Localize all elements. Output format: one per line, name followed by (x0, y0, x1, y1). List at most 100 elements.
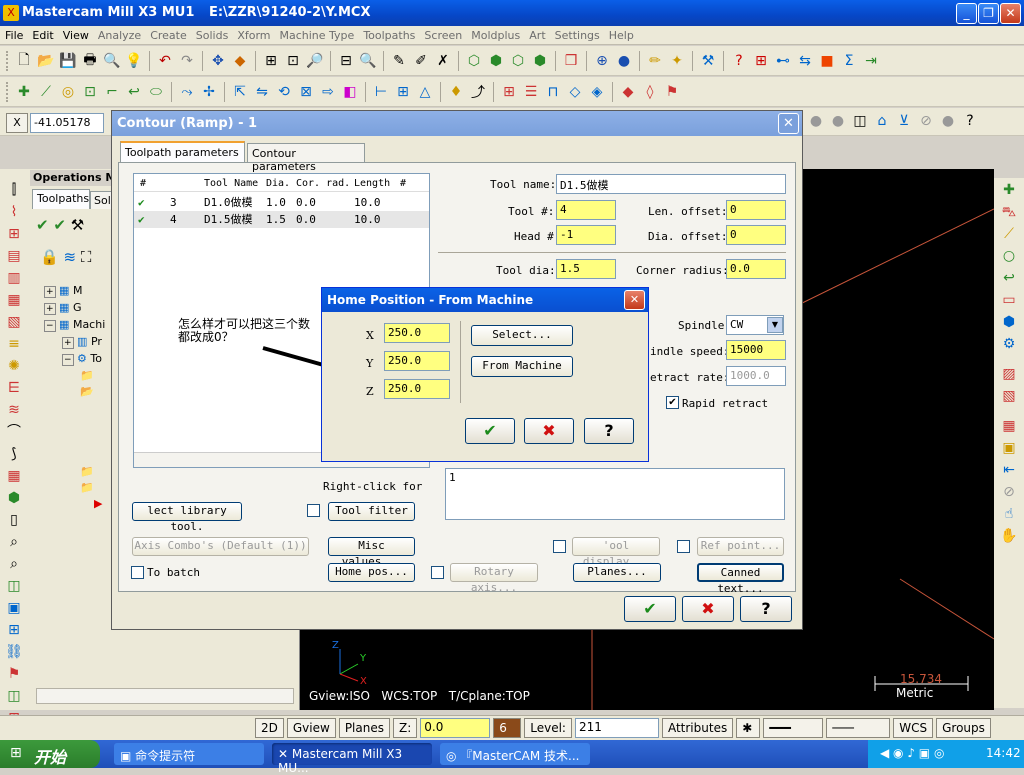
hint-icon[interactable]: 💡 (124, 51, 144, 71)
table-row[interactable]: ✔ 4 D1.5做模 1.5 0.0 10.0 (134, 211, 429, 228)
select-icon[interactable]: ✎ (389, 51, 409, 71)
open-file-icon[interactable]: 📂 (36, 51, 56, 71)
operations-icon[interactable]: ⇆ (795, 51, 815, 71)
exit-icon[interactable]: ⇥ (861, 51, 881, 71)
car-icon[interactable]: ⛍ (999, 202, 1019, 222)
sphere-dark-icon[interactable]: ● (828, 111, 848, 131)
clear-icon[interactable]: ✗ (433, 51, 453, 71)
point-icon[interactable]: ✚ (14, 82, 34, 102)
contour-icon[interactable]: ◇ (565, 82, 585, 102)
new-file-icon[interactable]: 🗋 (14, 51, 34, 71)
cube-icon[interactable]: ◫ (850, 111, 870, 131)
axis-combo-button[interactable]: Axis Combo's (Default (1)) (132, 537, 309, 556)
ref-point-checkbox[interactable] (677, 540, 690, 553)
add-point-icon[interactable]: ✚ (999, 180, 1019, 200)
surface-icon[interactable]: ◆ (618, 82, 638, 102)
menu-item-edit[interactable]: Edit (27, 26, 57, 42)
translate-icon[interactable]: ⇨ (318, 82, 338, 102)
home-cancel-x-icon[interactable]: ✖ (524, 418, 574, 444)
pocket-tool-icon[interactable]: ⊞ (4, 224, 24, 244)
zoom-out-icon[interactable]: 🔍 (358, 51, 378, 71)
pencil-tool-icon[interactable]: ⟆ (4, 444, 24, 464)
wand-icon[interactable]: ✦ (667, 51, 687, 71)
tray-icons[interactable]: ◀ ◉ ♪ ▣ ◎ (880, 746, 944, 760)
radial-tool-icon[interactable]: ✺ (4, 356, 24, 376)
folder-icon[interactable]: 📁 (44, 368, 105, 384)
menu-item-settings[interactable]: Settings (550, 26, 604, 42)
menu-item-screen[interactable]: Screen (419, 26, 466, 42)
spindle-speed-field[interactable]: 15000 (726, 340, 786, 360)
home-z-field[interactable]: 250.0 (384, 379, 450, 399)
tab-toolpaths[interactable]: Toolpaths (32, 189, 90, 209)
tool-display-checkbox[interactable] (553, 540, 566, 553)
dialog-close-icon[interactable]: ✕ (778, 113, 799, 134)
spline-icon[interactable]: ↩ (124, 82, 144, 102)
home-close-icon[interactable]: ✕ (624, 290, 645, 310)
chain-tool-icon[interactable]: ⛓ (4, 642, 24, 662)
tool-number-field[interactable]: 4 (556, 200, 616, 220)
line-style-select[interactable]: ━━━ (763, 718, 824, 738)
solid-box-icon[interactable]: ❒ (561, 51, 581, 71)
palette-icon[interactable]: ▦ (999, 416, 1019, 436)
home-y-field[interactable]: 250.0 (384, 351, 450, 371)
dimension-tool-icon[interactable]: ⇤ (999, 460, 1019, 480)
zoom-window-icon[interactable]: ⊡ (283, 51, 303, 71)
zoom-in-icon[interactable]: 🔎 (305, 51, 325, 71)
z-label[interactable]: Z: (392, 718, 418, 738)
finish-tool-icon[interactable]: ▧ (4, 312, 24, 332)
backplot-icon[interactable]: ◊ (640, 82, 660, 102)
menu-item-help[interactable]: Help (604, 26, 638, 42)
verify-icon[interactable]: ⚑ (662, 82, 682, 102)
rotate-icon[interactable]: ⟲ (274, 82, 294, 102)
menu-item-machine-type[interactable]: Machine Type (275, 26, 359, 42)
task-browser[interactable]: ◎ 『MasterCAM 技术... (440, 743, 590, 765)
menu-item-solids[interactable]: Solids (191, 26, 233, 42)
folder-icon[interactable]: 📁 (44, 480, 105, 496)
col-dia[interactable]: Dia. (266, 178, 296, 191)
surface-tool-icon[interactable]: ▥ (4, 268, 24, 288)
print-preview-icon[interactable]: 🔍 (102, 51, 122, 71)
ok-check-icon[interactable]: ✔ (624, 596, 676, 622)
tool-display-button[interactable]: 'ool display... (572, 537, 660, 568)
rotary-axis-button[interactable]: Rotary axis... (450, 563, 538, 594)
sphere-icon[interactable]: ● (614, 51, 634, 71)
head-field[interactable]: -1 (556, 225, 616, 245)
gview-button[interactable]: Gview (286, 718, 336, 738)
col-extra[interactable]: # (400, 178, 410, 191)
nest-tool-icon[interactable]: ⊞ (4, 620, 24, 640)
drill-tool-icon[interactable]: ⫿ (4, 180, 24, 200)
coord-x-input[interactable]: -41.05178 (30, 113, 104, 133)
to-batch-checkbox[interactable] (131, 566, 144, 579)
rotary-axis-checkbox[interactable] (431, 566, 444, 579)
select-all-icon[interactable]: ✔ (36, 216, 49, 234)
zoom-target-icon[interactable]: ⊟ (336, 51, 356, 71)
project-tool-icon[interactable]: ⋿ (4, 378, 24, 398)
iso-view-icon[interactable]: ⬢ (530, 51, 550, 71)
return-tool-icon[interactable]: ↩ (999, 268, 1019, 288)
print-icon[interactable]: 🖶 (80, 51, 100, 71)
color-swatch[interactable]: 6 (493, 718, 522, 738)
menu-item-xform[interactable]: Xform (232, 26, 274, 42)
level-field[interactable]: 211 (574, 718, 659, 738)
task-mastercam[interactable]: ✕ Mastercam Mill X3 MU... (272, 743, 432, 775)
rapid-retract-checkbox[interactable]: ✔ (666, 396, 679, 409)
unzoom-icon[interactable]: ✐ (411, 51, 431, 71)
dimension-icon[interactable]: ⊢ (371, 82, 391, 102)
folder-icon[interactable]: 📂 (44, 384, 105, 400)
len-offset-field[interactable]: 0 (726, 200, 786, 220)
from-machine-button[interactable]: From Machine (471, 356, 573, 377)
circle-tool-icon[interactable]: ○ (999, 246, 1019, 266)
disc-icon[interactable]: ● (938, 111, 958, 131)
tree-node[interactable]: − ⚙ To (44, 351, 105, 368)
z-depth-field[interactable]: 0.0 (420, 718, 491, 738)
planes-button[interactable]: Planes... (573, 563, 661, 582)
whats-this-icon[interactable]: ? (960, 111, 980, 131)
tool-name-field[interactable]: D1.5做模 (556, 174, 786, 194)
select-button[interactable]: Select... (471, 325, 573, 346)
hand-icon[interactable]: ☝ (999, 504, 1019, 524)
menu-item-analyze[interactable]: Analyze (93, 26, 145, 42)
lock-icon[interactable]: 🔒 (40, 248, 59, 266)
coord-x-label[interactable]: X (6, 113, 28, 133)
table-icon[interactable]: ⊞ (499, 82, 519, 102)
col-length[interactable]: Length (354, 178, 400, 191)
